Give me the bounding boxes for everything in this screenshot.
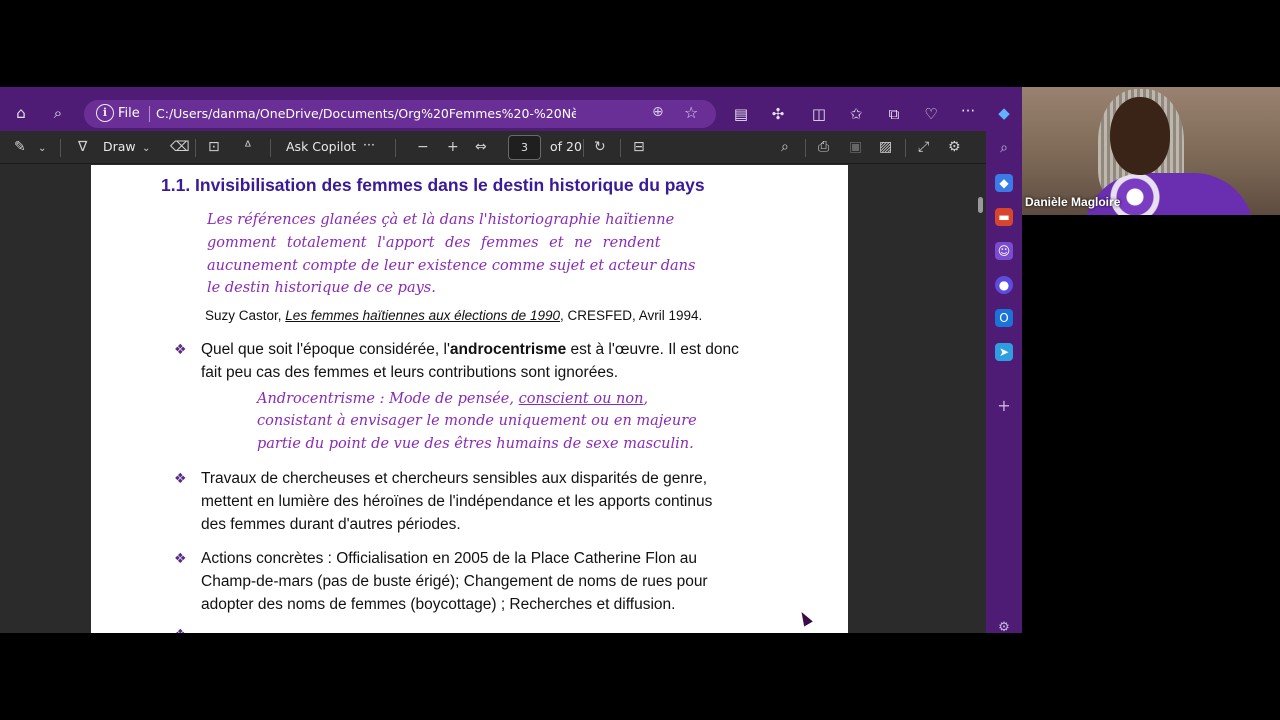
page-view-icon[interactable]: ⊟ (633, 138, 645, 156)
quote-line: Les références glanées çà et là dans l'h… (207, 212, 675, 228)
bullet-text: Travaux de chercheuses et chercheurs sen… (201, 470, 708, 487)
search-icon[interactable]: ⌕ (47, 103, 69, 123)
favorites-icon[interactable]: ✩ (845, 104, 867, 124)
definition-line: partie du point de vue des êtres humains… (257, 436, 694, 452)
more-menu-icon[interactable]: ··· (957, 101, 979, 121)
zoom-in-button[interactable]: + (447, 138, 459, 156)
vertical-scrollbar[interactable] (975, 165, 986, 633)
fit-page-icon[interactable]: ⇔ (475, 138, 487, 156)
bullet-icon: ❖ (174, 342, 187, 358)
address-bar: ⌂ ⌕ i File C:/Users/danma/OneDrive/Docum… (0, 87, 1022, 131)
bullet-text: fait peu cas des femmes et leurs contrib… (201, 364, 618, 381)
settings-gear-icon[interactable]: ⚙ (995, 619, 1013, 633)
more-options-button[interactable]: ··· (363, 137, 375, 152)
toolbar-divider (195, 139, 196, 157)
zoom-out-button[interactable]: − (417, 138, 429, 156)
page-total: of 20 (550, 139, 582, 154)
participant-image (1110, 97, 1170, 175)
definition-line: Androcentrisme : Mode de pensée, conscie… (257, 391, 648, 407)
bullet-text: des femmes durant d'autres périodes. (201, 516, 461, 533)
definition-line: consistant à envisager le monde uniqueme… (257, 413, 697, 429)
toolbar-divider (905, 139, 906, 157)
pdf-toolbar: ✎ ⌄ ∇ Draw ⌄ ⌫ ⊡ ᐞ Ask Copilot ··· − + ⇔… (0, 131, 986, 164)
people-icon[interactable]: ☺ (995, 242, 1013, 260)
draw-button[interactable]: Draw (103, 139, 136, 154)
save-icon: ▣ (849, 139, 863, 155)
collections-icon[interactable]: ⧉ (883, 104, 905, 124)
zoom-icon[interactable]: ⊕ (652, 104, 664, 120)
highlight-icon[interactable]: ✎ (14, 138, 26, 156)
favorite-star-icon[interactable]: ☆ (684, 103, 698, 122)
heart-pulse-icon[interactable]: ♡ (920, 104, 942, 124)
bullet-text: Actions concrètes : Officialisation en 2… (201, 550, 697, 567)
pdf-viewport[interactable]: 1.1. Invisibilisation des femmes dans le… (0, 165, 986, 633)
webcam-video: Danièle Magloire (1022, 87, 1280, 215)
citation-title: Les femmes haïtiennes aux élections de 1… (285, 308, 560, 323)
page-number-input[interactable]: 3 (508, 135, 541, 160)
chevron-down-icon[interactable]: ⌄ (38, 140, 46, 158)
edge-sidebar: ⌕ ◆ ▬ ☺ ● O ➤ + ⚙ (986, 131, 1022, 633)
extensions-icon[interactable]: ✣ (767, 104, 789, 124)
url-divider (149, 106, 150, 122)
citation-publisher: , CRESFED, Avril 1994. (559, 308, 703, 323)
tag-icon[interactable]: ◆ (995, 174, 1013, 192)
document-icon[interactable]: ▤ (730, 104, 752, 124)
split-screen-icon[interactable]: ◫ (808, 104, 830, 124)
home-icon[interactable]: ⌂ (10, 103, 32, 123)
rotate-icon[interactable]: ↻ (594, 138, 606, 156)
bullet-text: adopter des noms de femmes (boycottage) … (201, 596, 676, 613)
search-icon[interactable]: ⌕ (781, 138, 789, 156)
quote-line: aucunement compte de leur existence comm… (207, 258, 696, 274)
bullet-icon: ❖ (174, 627, 187, 633)
pdf-page: 1.1. Invisibilisation des femmes dans le… (91, 165, 848, 633)
browser-window: ⌂ ⌕ i File C:/Users/danma/OneDrive/Docum… (0, 87, 1022, 633)
toolbox-icon[interactable]: ▬ (995, 208, 1013, 226)
ask-copilot-button[interactable]: Ask Copilot (286, 139, 356, 154)
save-as-icon[interactable]: ▨ (879, 138, 892, 156)
add-icon[interactable]: + (995, 397, 1013, 415)
url-text[interactable]: C:/Users/danma/OneDrive/Documents/Org%20… (156, 106, 576, 121)
participant-name: Danièle Magloire (1025, 195, 1121, 209)
eraser-icon[interactable]: ⌫ (170, 138, 190, 156)
citation: Suzy Castor, Les femmes haïtiennes aux é… (205, 308, 702, 323)
copilot-app-icon[interactable]: ● (995, 276, 1013, 294)
definition-underlined: conscient ou non (518, 391, 644, 407)
print-icon[interactable]: ⎙ (818, 138, 829, 156)
fullscreen-icon[interactable]: ⤢ (918, 138, 929, 156)
definition-text: , (643, 391, 649, 407)
toolbar-divider (620, 139, 621, 157)
bullet-icon: ❖ (174, 551, 187, 567)
chevron-down-icon[interactable]: ⌄ (142, 140, 150, 158)
info-icon[interactable]: i (96, 104, 114, 122)
read-aloud-icon[interactable]: ᐞ (244, 138, 252, 156)
draw-icon[interactable]: ∇ (78, 138, 87, 156)
toolbar-divider (805, 139, 806, 157)
settings-gear-icon[interactable]: ⚙ (948, 138, 961, 156)
bullet-text-part: Quel que soit l'époque considérée, l' (201, 341, 450, 358)
bullet-text: Quel que soit l'époque considérée, l'and… (201, 341, 739, 359)
url-field[interactable]: i File C:/Users/danma/OneDrive/Documents… (84, 100, 716, 128)
bullet-text: mettent en lumière des héroïnes de l'ind… (201, 493, 713, 510)
quote-line: gomment totalement l'apport des femmes e… (207, 235, 661, 251)
bullet-text-part: est à l'œuvre. Il est donc (566, 341, 739, 358)
bullet-icon: ❖ (174, 471, 187, 487)
text-icon[interactable]: ⊡ (208, 138, 220, 156)
section-heading: 1.1. Invisibilisation des femmes dans le… (161, 175, 705, 195)
file-label: File (118, 106, 140, 121)
citation-author: Suzy Castor, (205, 308, 282, 323)
toolbar-divider (60, 139, 61, 157)
send-icon[interactable]: ➤ (995, 343, 1013, 361)
outlook-icon[interactable]: O (995, 309, 1013, 327)
scrollbar-thumb[interactable] (978, 197, 983, 213)
search-icon[interactable]: ⌕ (995, 139, 1013, 157)
toolbar-divider (270, 139, 271, 157)
bold-term: androcentrisme (449, 341, 567, 358)
copilot-icon[interactable]: ◆ (993, 103, 1015, 123)
toolbar-divider (395, 139, 396, 157)
bullet-text: Champ-de-mars (pas de buste érigé); Chan… (201, 573, 708, 590)
toolbar-divider (583, 139, 584, 157)
quote-line: le destin historique de ce pays. (207, 280, 436, 296)
definition-text: Androcentrisme : Mode de pensée, (257, 391, 519, 407)
